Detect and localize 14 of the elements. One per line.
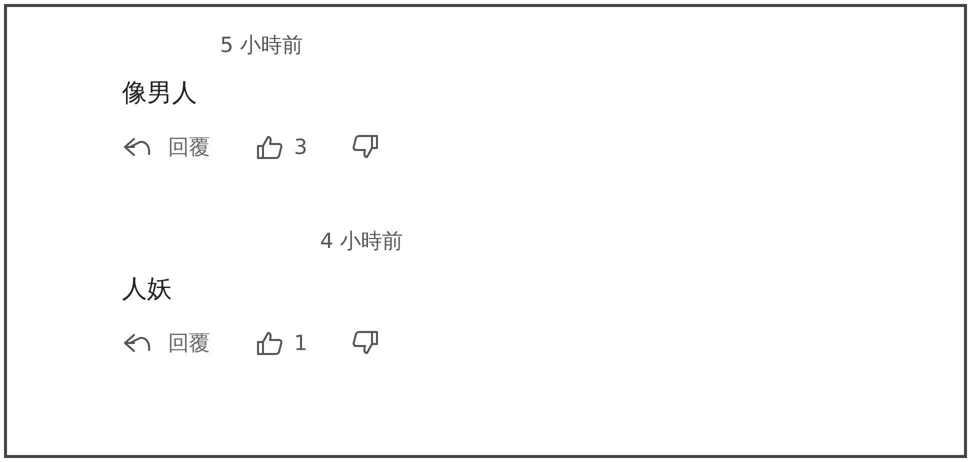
thumbs-down-icon [351,134,380,160]
reply-button[interactable]: 回覆 [122,329,210,357]
comment-time: 4 小時前 [320,229,404,253]
like-button[interactable]: 3 [256,134,308,160]
dislike-button[interactable] [351,134,380,160]
thumbs-up-icon [256,134,284,160]
dislike-button[interactable] [351,330,380,356]
reply-button[interactable]: 回覆 [122,133,210,161]
comment-time: 5 小時前 [220,33,304,57]
comment-text: 人妖 [122,274,172,303]
thumbs-up-icon [256,330,284,356]
comment-text: 像男人 [122,78,197,107]
thumbs-down-icon [351,330,380,356]
like-button[interactable]: 1 [256,330,308,356]
